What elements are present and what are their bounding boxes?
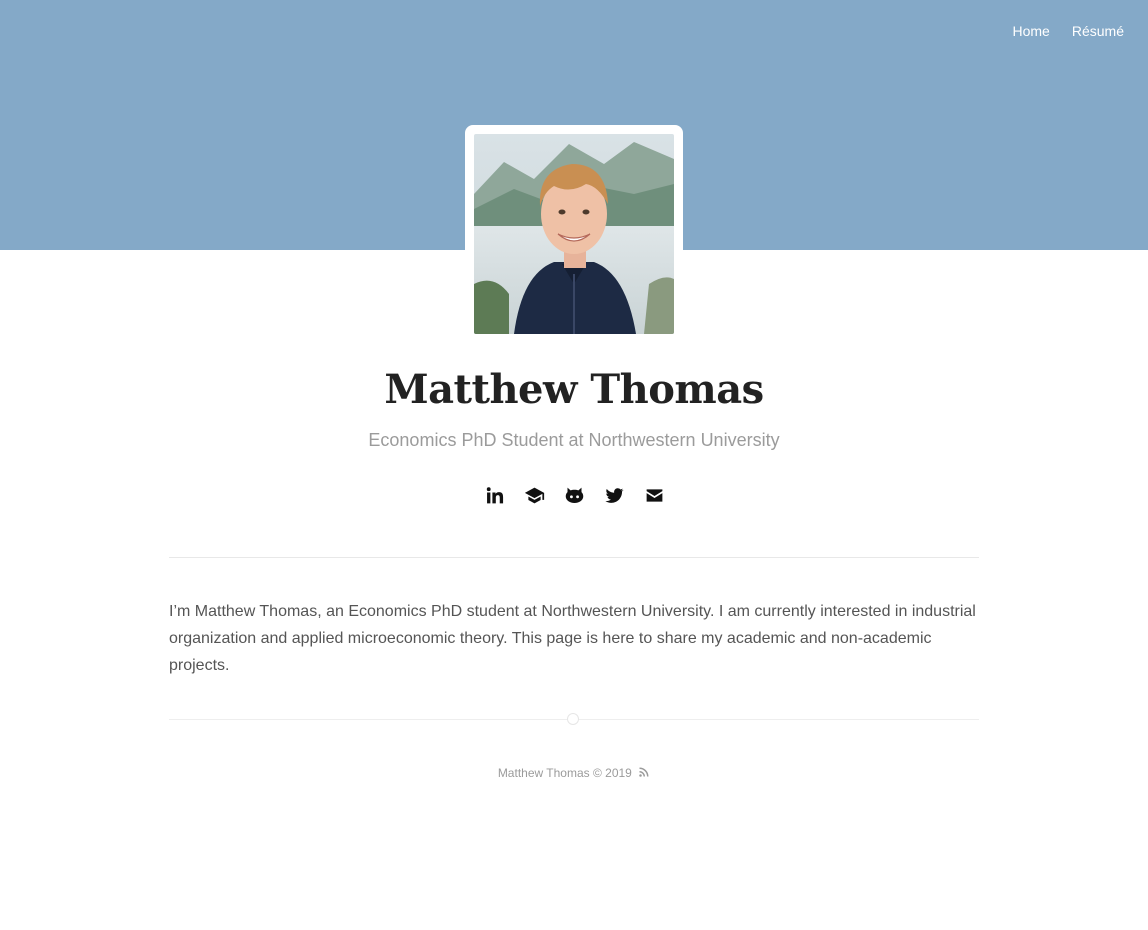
nav-home-link[interactable]: Home — [1013, 23, 1050, 39]
copyright-text: Matthew Thomas © 2019 — [497, 766, 632, 780]
divider — [169, 557, 979, 558]
nav-resume-link[interactable]: Résumé — [1072, 23, 1124, 39]
github-icon[interactable] — [564, 485, 585, 506]
subtitle: Economics PhD Student at Northwestern Un… — [368, 430, 780, 450]
rss-icon[interactable] — [638, 766, 650, 778]
avatar — [474, 134, 674, 334]
graduation-cap-icon[interactable] — [524, 485, 545, 506]
twitter-icon[interactable] — [604, 485, 625, 506]
linkedin-icon[interactable] — [484, 485, 505, 506]
email-icon[interactable] — [644, 485, 665, 506]
social-links — [484, 485, 665, 506]
bio-paragraph: I’m Matthew Thomas, an Economics PhD stu… — [169, 603, 976, 674]
page-title: Matthew Thomas — [384, 366, 764, 413]
avatar-frame — [465, 125, 683, 343]
footer: Matthew Thomas © 2019 — [0, 766, 1148, 780]
top-nav: Home Résumé — [1013, 23, 1125, 39]
divider-ornament — [567, 713, 579, 725]
